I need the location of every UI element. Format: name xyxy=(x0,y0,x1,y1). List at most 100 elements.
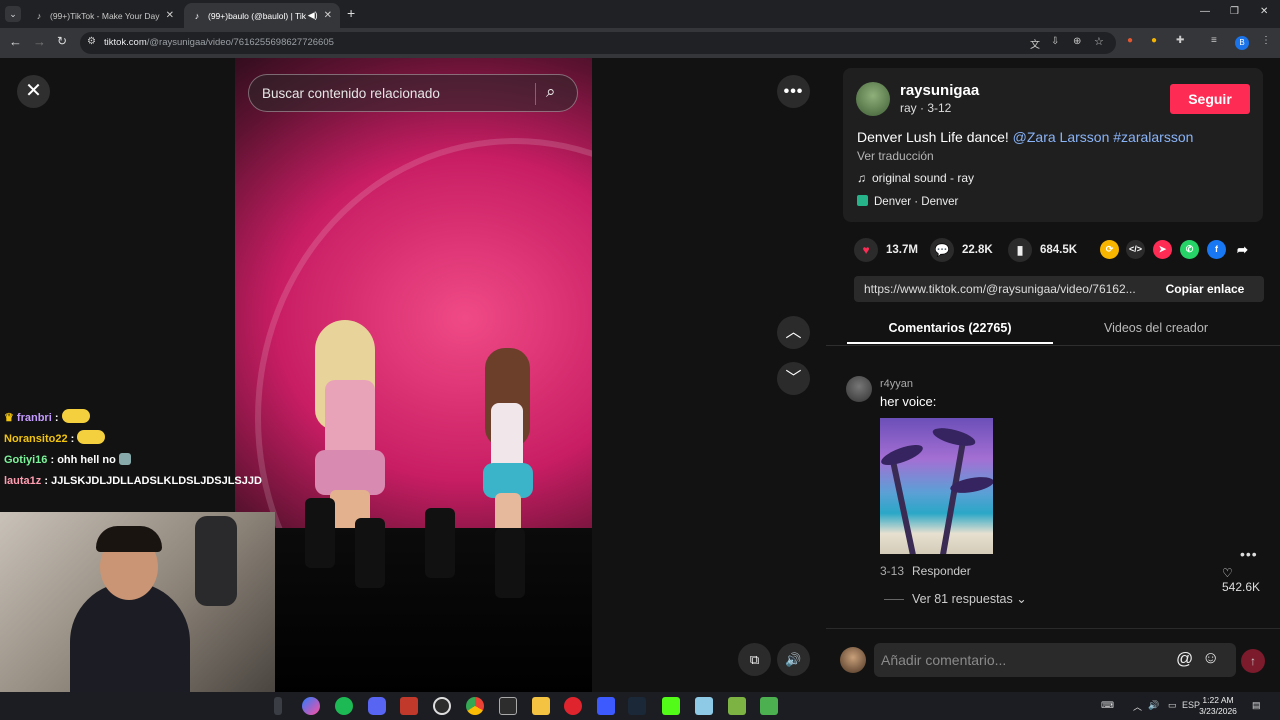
new-tab-button[interactable]: + xyxy=(347,5,355,21)
creator-avatar[interactable] xyxy=(856,82,890,116)
network-icon[interactable]: 🔊 xyxy=(1148,700,1159,711)
chrome-icon[interactable] xyxy=(466,697,484,715)
notifications-icon[interactable]: ▤ xyxy=(1252,700,1261,711)
replies-dash xyxy=(884,599,904,601)
bookmark-icon[interactable]: ▮ xyxy=(1008,238,1032,262)
creator-username[interactable]: raysunigaa xyxy=(900,82,979,99)
browser-menu-icon[interactable]: ⋮ xyxy=(1261,35,1271,46)
profile-avatar[interactable]: B xyxy=(1235,36,1249,50)
app-icon[interactable] xyxy=(695,697,713,715)
reading-list-icon[interactable]: ≡ xyxy=(1211,35,1217,46)
embed-icon[interactable]: </> xyxy=(1126,240,1145,259)
bookmark-star-icon[interactable]: ☆ xyxy=(1094,35,1104,48)
back-button[interactable]: ← xyxy=(9,34,22,49)
clock[interactable]: 1:22 AM 3/23/2026 xyxy=(1196,695,1240,717)
sound-link[interactable]: ♫ original sound - ray xyxy=(857,171,974,185)
mention-icon[interactable]: @ xyxy=(1176,649,1193,669)
install-icon[interactable]: ⇩ xyxy=(1051,36,1059,47)
tab-search-icon[interactable]: ⌄ xyxy=(5,6,21,22)
volume-button[interactable]: 🔊 xyxy=(777,643,810,676)
speaker-icon[interactable]: ◀) xyxy=(308,10,318,21)
video-player[interactable] xyxy=(235,58,592,692)
close-window-button[interactable]: ✕ xyxy=(1260,6,1268,17)
file-explorer-icon[interactable] xyxy=(532,697,550,715)
task-view-icon[interactable] xyxy=(274,697,282,715)
comment-text: her voice: xyxy=(880,394,937,409)
comment-image[interactable] xyxy=(880,418,993,554)
obs-icon[interactable] xyxy=(433,697,451,715)
save-stat[interactable]: ▮ 684.5K xyxy=(1008,238,1077,262)
music-note-icon: ♫ xyxy=(857,171,866,185)
comment-more-icon[interactable]: ••• xyxy=(1240,546,1258,562)
comment-composer: Añadir comentario... @ ☺ ↑ xyxy=(826,628,1280,692)
previous-video-button[interactable]: ︿ xyxy=(777,316,810,349)
share-arrow-icon[interactable]: ➦ xyxy=(1233,240,1252,259)
voicemod-icon[interactable] xyxy=(400,697,418,715)
extension-icon[interactable]: ● xyxy=(1151,35,1157,46)
forward-button[interactable]: → xyxy=(33,34,46,49)
whatsapp-icon[interactable]: ✆ xyxy=(1180,240,1199,259)
zoom-icon[interactable]: ⊕ xyxy=(1073,36,1081,47)
app-icon[interactable] xyxy=(728,697,746,715)
user-avatar[interactable] xyxy=(840,647,866,673)
commenter-username[interactable]: r4yyan xyxy=(880,378,913,390)
repost-icon[interactable]: ⟳ xyxy=(1100,240,1119,259)
discord-icon[interactable] xyxy=(368,697,386,715)
opera-icon[interactable] xyxy=(564,697,582,715)
floating-player-button[interactable]: ⧉ xyxy=(738,643,771,676)
heart-outline-icon[interactable]: ♡ xyxy=(1222,566,1233,580)
like-stat[interactable]: ♥ 13.7M xyxy=(854,238,918,262)
keyboard-icon[interactable]: ⌨ xyxy=(1101,700,1114,711)
url-bar[interactable]: ⚙ tiktok.com/@raysunigaa/video/761625569… xyxy=(80,32,1116,54)
extensions-puzzle-icon[interactable]: ✚ xyxy=(1176,35,1184,46)
heart-icon[interactable]: ♥ xyxy=(854,238,878,262)
next-video-button[interactable]: ﹀ xyxy=(777,362,810,395)
minecraft-icon[interactable] xyxy=(760,697,778,715)
tray-chevron-icon[interactable]: ︿ xyxy=(1133,700,1142,713)
copy-link-button[interactable]: Copiar enlace xyxy=(1146,276,1264,302)
minimize-button[interactable]: — xyxy=(1200,6,1210,17)
related-search-input[interactable]: Buscar contenido relacionado ⌕ xyxy=(248,74,578,112)
video-link-text[interactable]: https://www.tiktok.com/@raysunigaa/video… xyxy=(864,282,1144,296)
comment-icon[interactable]: 💬 xyxy=(930,238,954,262)
commenter-avatar[interactable] xyxy=(846,376,872,402)
caption-mention[interactable]: @Zara Larsson xyxy=(1013,129,1110,145)
more-options-button[interactable]: ••• xyxy=(777,75,810,108)
app-icon[interactable] xyxy=(597,697,615,715)
site-info-icon[interactable]: ⚙ xyxy=(87,36,96,47)
copilot-icon[interactable] xyxy=(302,697,320,715)
reload-button[interactable]: ↻ xyxy=(57,34,67,48)
facebook-icon[interactable]: f xyxy=(1207,240,1226,259)
caption-hashtag[interactable]: #zaralarsson xyxy=(1113,129,1193,145)
browser-tab-tiktok-home[interactable]: ♪ (99+)TikTok - Make Your Day ✕ xyxy=(26,3,182,28)
send-to-friends-icon[interactable]: ➤ xyxy=(1153,240,1172,259)
view-replies-button[interactable]: Ver 81 respuestas ⌄ xyxy=(884,591,1027,606)
reply-button[interactable]: Responder xyxy=(912,564,971,578)
restore-button[interactable]: ❐ xyxy=(1230,6,1239,17)
spotify-icon[interactable] xyxy=(335,697,353,715)
close-tab-icon[interactable]: ✕ xyxy=(324,10,332,21)
tab-comments[interactable]: Comentarios (22765) xyxy=(847,314,1053,344)
chat-message: lauta1z : JJLSKJDLJDLLADSLKLDSLJDSJLSJJD xyxy=(4,475,262,487)
display-icon[interactable]: ▭ xyxy=(1168,700,1177,711)
send-comment-button[interactable]: ↑ xyxy=(1241,649,1265,673)
extension-icon[interactable]: ● xyxy=(1127,35,1133,46)
see-translation-link[interactable]: Ver traducción xyxy=(857,149,934,163)
comment-input[interactable]: Añadir comentario... @ ☺ xyxy=(874,643,1236,677)
comment-like[interactable]: ♡ 542.6K xyxy=(1222,566,1266,594)
sound-label: original sound - ray xyxy=(872,171,975,185)
emoji-icon[interactable]: ☺ xyxy=(1202,648,1219,668)
translate-icon[interactable]: 文 xyxy=(1030,36,1040,51)
close-tab-icon[interactable]: ✕ xyxy=(166,10,174,21)
close-video-button[interactable]: ✕ xyxy=(17,75,50,108)
follow-button[interactable]: Seguir xyxy=(1170,84,1250,114)
comment-stat[interactable]: 💬 22.8K xyxy=(930,238,993,262)
chat-text: JJLSKJDLJDLLADSLKLDSLJDSJLSJJD xyxy=(51,475,262,487)
app-icon[interactable] xyxy=(499,697,517,715)
location-link[interactable]: Denver · Denver xyxy=(857,195,958,208)
search-icon[interactable]: ⌕ xyxy=(546,82,556,102)
steam-icon[interactable] xyxy=(628,697,646,715)
browser-tab-baulo[interactable]: ♪ (99+)baulo (@baulol) | TikTok ◀) ✕ xyxy=(184,3,340,28)
kick-icon[interactable] xyxy=(662,697,680,715)
tab-creator-videos[interactable]: Videos del creador xyxy=(1053,314,1259,344)
